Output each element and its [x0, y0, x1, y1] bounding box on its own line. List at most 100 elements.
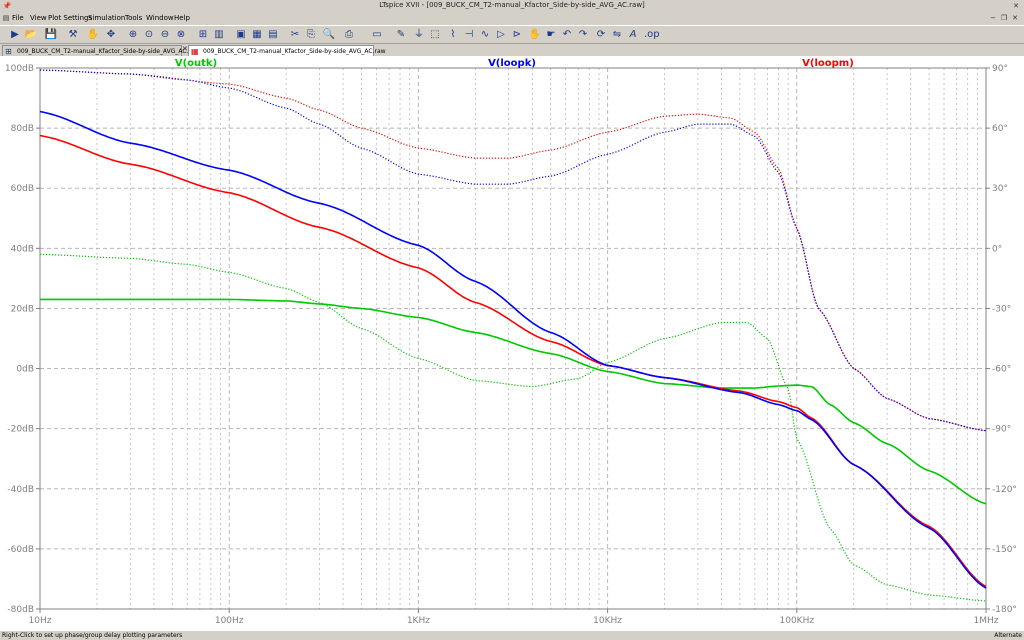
y-tick-label-left: 60dB: [11, 184, 34, 194]
tab-waveform[interactable]: ▦ 009_BUCK_CM_T2-manual_Kfactor_Side-by-…: [188, 45, 386, 56]
y-tick-label-right: 0°: [992, 244, 1002, 254]
x-tick-label: 100KHz: [780, 616, 815, 626]
run-icon[interactable]: ▶: [8, 28, 22, 42]
y-axis-left: 100dB 80dB 60dB 40dB 20dB 0dB -20dB -40dB -60dB -…: [5, 64, 40, 615]
component-icon[interactable]: ⊳: [510, 28, 524, 42]
y-axis-right: 90° 60° 30° 0° -30° -60° -90° -120° -150° -180°: [986, 64, 1017, 615]
undo-icon[interactable]: ↶: [560, 28, 574, 42]
print-setup-icon[interactable]: ▭: [370, 28, 384, 42]
trace-magnitude-voutk: [40, 298, 987, 505]
y-tick-label-left: -40dB: [7, 485, 34, 495]
save-icon[interactable]: 💾: [44, 28, 58, 42]
status-message: Right-Click to set up phase/group delay …: [2, 632, 183, 639]
status-mode: Alternate: [994, 632, 1022, 639]
zoom-cancel-icon[interactable]: ⊗: [174, 28, 188, 42]
y-tick-label-right: -90°: [992, 425, 1011, 435]
legend[interactable]: V(outk) V(loopk) V(loopm): [175, 58, 854, 69]
close-window-icon[interactable]: ▦: [250, 28, 264, 42]
menu-help[interactable]: Help: [174, 14, 190, 22]
x-tick-label: 10Hz: [29, 616, 52, 626]
menu-plot-settings[interactable]: Plot Settings: [48, 14, 92, 22]
legend-label-vloopm[interactable]: V(loopm): [802, 58, 854, 69]
trace-phase-vloopm: [39, 69, 987, 432]
minimize-icon[interactable]: −: [988, 13, 998, 23]
draw-wire-icon[interactable]: ✎: [394, 28, 408, 42]
legend-label-voutk[interactable]: V(outk): [175, 58, 217, 69]
tab-schematic-label: 009_BUCK_CM_T2-manual_Kfactor_Side-by-si…: [17, 48, 199, 55]
drag-icon[interactable]: ☛: [544, 28, 558, 42]
find-icon[interactable]: 🔍: [322, 28, 336, 42]
grid: [40, 68, 986, 609]
autorange-icon[interactable]: ⊞: [196, 28, 210, 42]
legend-label-vloopk[interactable]: V(loopk): [488, 58, 536, 69]
text-icon[interactable]: A: [626, 28, 640, 42]
print-icon[interactable]: ⎙: [342, 28, 356, 42]
x-tick-label: 10KHz: [593, 616, 622, 626]
cut-icon[interactable]: ✂: [288, 28, 302, 42]
menu-view[interactable]: View: [30, 14, 47, 22]
toolbar: ▶ 📂 💾 ⚒ ✋ ✥ ⊕ ⊙ ⊖ ⊗ ⊞ ▥ ▣ ▦ ▤ ✂ ⎘ 🔍 ⎙ ▭ …: [0, 25, 1024, 44]
close-icon[interactable]: ✕: [1010, 13, 1020, 23]
menu-window[interactable]: Window: [146, 14, 174, 22]
y-tick-label-right: -30°: [992, 304, 1011, 314]
zoom-out-icon[interactable]: ⊖: [158, 28, 172, 42]
halt-icon[interactable]: ✋: [86, 28, 100, 42]
y-tick-label-right: 30°: [992, 184, 1008, 194]
spice-directive-icon[interactable]: .op: [644, 28, 660, 42]
title-bar: 📌 LTspice XVII - [009_BUCK_CM_T2-manual_…: [0, 0, 1024, 13]
cascade-icon[interactable]: ▣: [234, 28, 248, 42]
menu-simulation[interactable]: Simulation: [88, 14, 125, 22]
tab-close-icon[interactable]: ✕: [182, 45, 188, 53]
tab-schematic[interactable]: ⊞ 009_BUCK_CM_T2-manual_Kfactor_Side-by-…: [2, 45, 199, 56]
y-tick-label-left: 80dB: [11, 124, 34, 134]
control-panel-icon[interactable]: ⚒: [66, 28, 80, 42]
move-icon[interactable]: ✋: [528, 28, 542, 42]
rotate-icon[interactable]: ⟳: [594, 28, 608, 42]
tile-icon[interactable]: ▥: [212, 28, 226, 42]
window-title: LTspice XVII - [009_BUCK_CM_T2-manual_Kf…: [379, 1, 645, 9]
y-tick-label-right: 90°: [992, 64, 1008, 74]
zoom-in-icon[interactable]: ⊕: [126, 28, 140, 42]
paste-icon[interactable]: ▤: [266, 28, 280, 42]
y-tick-label-right: -150°: [992, 545, 1017, 555]
menu-tools[interactable]: Tools: [125, 14, 142, 22]
bode-plot[interactable]: 100dB 80dB 60dB 40dB 20dB 0dB -20dB -40dB -60dB -…: [0, 56, 1024, 631]
tab-waveform-label: 009_BUCK_CM_T2-manual_Kfactor_Side-by-si…: [203, 48, 386, 55]
y-tick-label-right: -180°: [992, 605, 1017, 615]
pan-icon[interactable]: ✥: [104, 28, 118, 42]
y-tick-label-right: -120°: [992, 485, 1017, 495]
open-icon[interactable]: 📂: [24, 28, 38, 42]
copy-icon[interactable]: ⎘: [304, 28, 318, 42]
menu-bar: ▤ File View Plot Settings Simulation Too…: [0, 13, 1024, 25]
menu-file[interactable]: File: [12, 14, 24, 22]
y-tick-label-left: -20dB: [7, 425, 34, 435]
mirror-icon[interactable]: ⇋: [610, 28, 624, 42]
restore-icon[interactable]: ❐: [999, 13, 1009, 23]
y-tick-label-right: -60°: [992, 365, 1011, 375]
tab-bar: ⊞ 009_BUCK_CM_T2-manual_Kfactor_Side-by-…: [0, 44, 1024, 56]
x-tick-label: 1MHz: [974, 616, 999, 626]
plot-frame: [39, 67, 987, 610]
ground-icon[interactable]: ⏚: [412, 28, 426, 42]
x-tick-label: 1KHz: [407, 616, 430, 626]
redo-icon[interactable]: ↷: [576, 28, 590, 42]
y-tick-label-left: 40dB: [11, 244, 34, 254]
inductor-icon[interactable]: ∿: [478, 28, 492, 42]
x-tick-label: 100Hz: [215, 616, 244, 626]
window-close-icon[interactable]: ✕: [1011, 1, 1021, 11]
y-tick-label-right: 60°: [992, 124, 1008, 134]
zoom-full-icon[interactable]: ⊙: [142, 28, 156, 42]
x-axis: 10Hz 100Hz 1KHz 10KHz 100KHz 1MHz: [29, 609, 999, 626]
label-icon[interactable]: ⬚: [428, 28, 442, 42]
app-icon[interactable]: ▤: [1, 13, 11, 23]
resistor-icon[interactable]: ⌇: [446, 28, 460, 42]
diode-icon[interactable]: ▷: [494, 28, 508, 42]
capacitor-icon[interactable]: ⊣: [462, 28, 476, 42]
traces: [39, 69, 987, 602]
status-bar: Right-Click to set up phase/group delay …: [0, 631, 1024, 640]
trace-magnitude-vloopm: [39, 134, 987, 588]
trace-magnitude-vloopk: [39, 110, 987, 589]
plot-window[interactable]: 100dB 80dB 60dB 40dB 20dB 0dB -20dB -40dB -60dB -…: [0, 56, 1024, 631]
trace-phase-vloopk: [39, 69, 987, 432]
y-tick-label-left: -80dB: [7, 605, 34, 615]
